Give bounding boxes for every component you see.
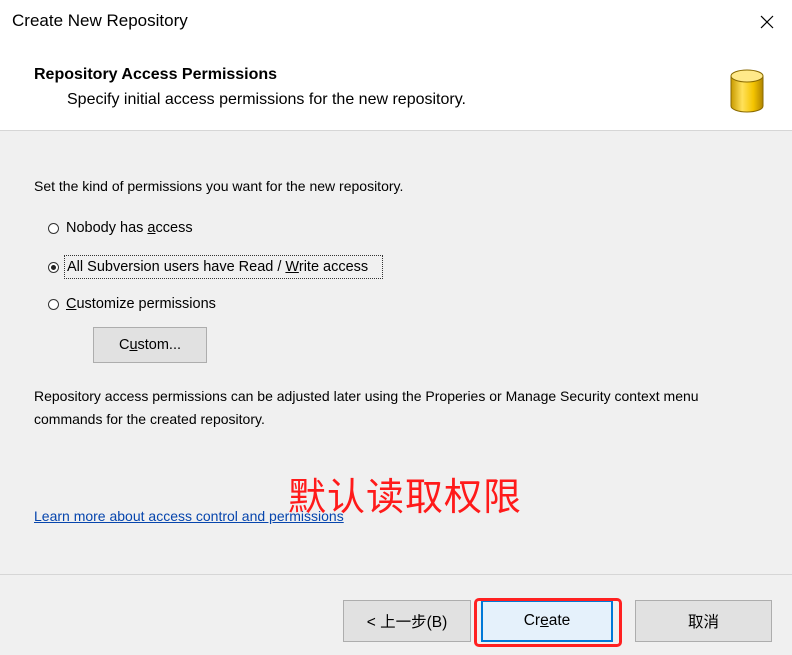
permissions-note: Repository access permissions can be adj… xyxy=(34,388,699,427)
close-icon xyxy=(760,15,774,29)
radio-label: All Subversion users have Read / Write a… xyxy=(64,255,384,279)
database-icon xyxy=(730,69,764,113)
wizard-header: Repository Access Permissions Specify in… xyxy=(0,44,792,131)
intro-text: Set the kind of permissions you want for… xyxy=(34,178,404,194)
radio-button-checked[interactable] xyxy=(48,261,59,273)
create-button[interactable]: Cr e ate xyxy=(481,600,613,642)
close-button[interactable] xyxy=(744,2,790,42)
radio-customize-permissions[interactable]: Customize permissions xyxy=(48,294,218,314)
radio-button[interactable] xyxy=(48,298,59,310)
page-subtitle: Specify initial access permissions for t… xyxy=(67,91,466,108)
title-bar: Create New Repository xyxy=(0,0,792,44)
page-title: Repository Access Permissions xyxy=(34,66,278,83)
custom-button[interactable]: Cu stom... xyxy=(93,327,207,363)
radio-nobody-access[interactable]: Nobody has access xyxy=(48,218,195,238)
cancel-button[interactable]: 取消 xyxy=(635,600,772,642)
radio-label: Nobody has access xyxy=(66,220,193,236)
radio-button[interactable] xyxy=(48,222,59,234)
window-title: Create New Repository xyxy=(12,11,188,30)
back-button[interactable]: < 上一步(B) xyxy=(343,600,471,642)
radio-label: Customize permissions xyxy=(66,296,216,312)
red-annotation-text: 默认读取权限 xyxy=(288,475,523,519)
radio-all-users-read-write[interactable]: All Subversion users have Read / Write a… xyxy=(48,255,384,279)
create-repository-dialog: Create New Repository Repository Access … xyxy=(0,0,792,655)
footer-divider xyxy=(0,574,792,575)
